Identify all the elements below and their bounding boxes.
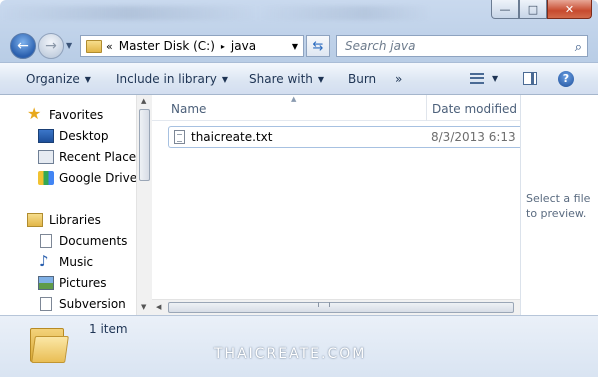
chevron-down-icon: ▼: [221, 75, 229, 84]
file-name: thaicreate.txt: [191, 130, 273, 144]
column-header-name[interactable]: Name: [171, 102, 206, 116]
sidebar-item-music[interactable]: ♪ Music: [0, 252, 136, 272]
maximize-button[interactable]: □: [519, 0, 547, 19]
file-row[interactable]: thaicreate.txt 8/3/2013 6:13 PM: [168, 126, 537, 148]
address-dropdown-icon[interactable]: ▼: [292, 42, 298, 51]
close-button[interactable]: ✕: [547, 0, 592, 19]
include-in-library-label: Include in library: [116, 72, 217, 86]
forward-button[interactable]: →: [38, 33, 64, 59]
star-icon: ★: [27, 104, 42, 123]
sidebar-item-label: Desktop: [59, 129, 109, 143]
window-controls: — □ ✕: [491, 0, 592, 20]
blurred-title-menu: [0, 6, 430, 20]
sidebar-item-label: Pictures: [59, 276, 107, 290]
chevron-down-icon: ▼: [317, 75, 325, 84]
horizontal-scrollbar[interactable]: ◀: [152, 299, 520, 315]
sidebar-item-desktop[interactable]: Desktop: [0, 126, 136, 146]
minimize-button[interactable]: —: [491, 0, 519, 19]
title-bar[interactable]: — □ ✕: [0, 0, 598, 28]
address-bar[interactable]: « Master Disk (C:) ▸ java ▼: [80, 35, 304, 57]
breadcrumb-drive[interactable]: Master Disk (C:): [119, 39, 215, 53]
documents-icon: [40, 234, 52, 248]
burn-button[interactable]: Burn: [348, 72, 376, 86]
more-commands-button[interactable]: »: [395, 72, 402, 86]
preview-message: Select a file to preview.: [526, 192, 591, 220]
address-row: ← → ▼ « Master Disk (C:) ▸ java ▼ ⇆ Sear…: [0, 30, 598, 62]
sidebar-item-documents[interactable]: Documents: [0, 231, 136, 251]
desktop-icon: [38, 129, 54, 143]
explorer-window: — □ ✕ ← → ▼ « Master Disk (C:) ▸ java ▼ …: [0, 0, 598, 377]
preview-pane: Select a file to preview.: [520, 95, 598, 315]
breadcrumb-overflow[interactable]: «: [106, 40, 113, 53]
scrollbar-grip: [318, 302, 330, 307]
sort-ascending-icon: ▲: [291, 95, 297, 103]
sidebar-item-label: Music: [59, 255, 94, 269]
breadcrumb-separator-icon[interactable]: ▸: [221, 42, 225, 51]
chevron-down-icon: ▼: [84, 75, 91, 84]
recent-pages-dropdown[interactable]: ▼: [66, 41, 72, 50]
text-file-icon: [174, 130, 185, 144]
watermark: THAICREATE.COM: [214, 346, 367, 362]
folder-icon: [86, 39, 102, 53]
recent-places-icon: [38, 150, 54, 164]
command-bar: Organize ▼ Include in library ▼ Share with…: [0, 62, 598, 95]
navigation-scrollbar[interactable]: ▲ ▼: [136, 95, 152, 315]
details-pane: 1 item THAICREATE.COM: [0, 315, 598, 377]
search-icon[interactable]: ⌕: [575, 38, 582, 58]
sidebar-item-label: Recent Places: [59, 150, 143, 164]
favorites-label: Favorites: [49, 108, 104, 122]
search-input[interactable]: Search java ⌕: [336, 35, 588, 57]
view-dropdown-icon[interactable]: ▼: [492, 74, 498, 83]
google-drive-icon: [38, 171, 54, 185]
sidebar-item-label: Subversion: [59, 297, 126, 311]
navigation-pane[interactable]: ★ Favorites Desktop Recent Places Google…: [0, 95, 142, 315]
sidebar-header-libraries[interactable]: Libraries: [0, 210, 136, 230]
folder-front: [31, 336, 69, 363]
item-count: 1 item: [89, 322, 128, 336]
libraries-icon: [27, 213, 43, 227]
share-with-label: Share with: [249, 72, 313, 86]
sidebar-item-subversion[interactable]: Subversion: [0, 294, 136, 314]
large-folder-icon: [30, 324, 70, 364]
back-button[interactable]: ←: [10, 33, 36, 59]
pictures-icon: [38, 276, 54, 290]
forward-arrow-icon: →: [45, 38, 57, 54]
sidebar-header-favorites[interactable]: ★ Favorites: [0, 105, 136, 125]
sidebar-item-pictures[interactable]: Pictures: [0, 273, 136, 293]
back-arrow-icon: ←: [17, 38, 29, 54]
refresh-button[interactable]: ⇆: [306, 35, 330, 57]
refresh-icon: ⇆: [312, 38, 324, 54]
preview-pane-icon[interactable]: [523, 72, 537, 85]
scrollbar-thumb[interactable]: [139, 109, 150, 181]
sidebar-item-recent-places[interactable]: Recent Places: [0, 147, 142, 167]
scrollbar-thumb[interactable]: [168, 302, 514, 313]
organize-button[interactable]: Organize ▼: [26, 72, 91, 86]
scroll-up-icon[interactable]: ▲: [141, 97, 146, 105]
help-icon[interactable]: ?: [558, 71, 574, 87]
sidebar-item-label: Documents: [59, 234, 128, 248]
music-icon: ♪: [39, 252, 49, 270]
view-options-icon[interactable]: [470, 73, 484, 84]
breadcrumb-folder[interactable]: java: [231, 39, 256, 53]
libraries-label: Libraries: [49, 213, 101, 227]
column-header-date-modified[interactable]: Date modified: [432, 102, 517, 116]
search-placeholder: Search java: [345, 39, 416, 53]
sidebar-item-label: Google Drive: [59, 171, 138, 185]
column-header-row: Name ▲ Date modified: [152, 95, 520, 121]
scroll-down-icon[interactable]: ▼: [141, 303, 146, 311]
share-with-button[interactable]: Share with ▼: [249, 72, 324, 86]
scroll-left-icon[interactable]: ◀: [156, 303, 161, 311]
column-divider[interactable]: [426, 95, 427, 121]
organize-label: Organize: [26, 72, 80, 86]
sidebar-item-google-drive[interactable]: Google Drive: [0, 168, 138, 188]
file-list[interactable]: Name ▲ Date modified thaicreate.txt 8/3/…: [152, 95, 537, 315]
include-in-library-button[interactable]: Include in library ▼: [116, 72, 228, 86]
content-area: ★ Favorites Desktop Recent Places Google…: [0, 95, 598, 315]
subversion-icon: [40, 297, 52, 311]
